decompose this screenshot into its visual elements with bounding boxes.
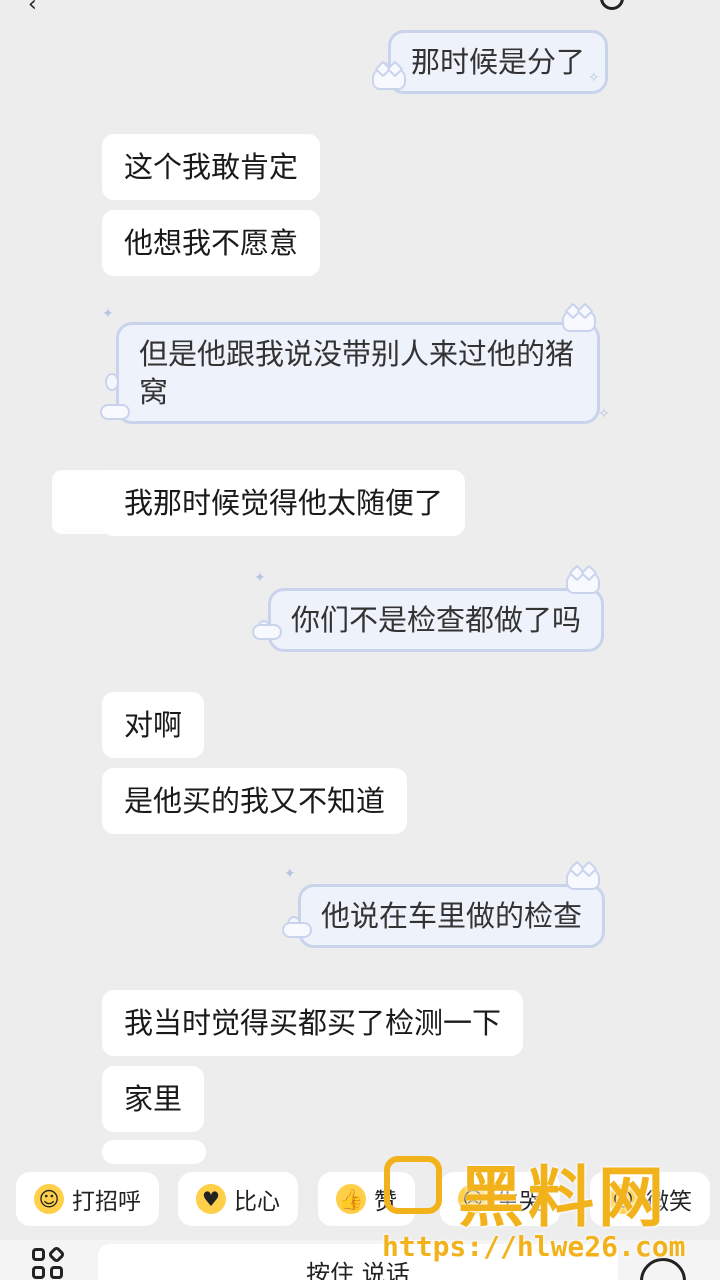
star-icon: ✦ [254, 570, 266, 586]
star-icon: ✧ [588, 70, 600, 86]
star-icon: ✧ [598, 406, 610, 422]
watermark-logo-icon [384, 1156, 442, 1214]
message-bubble-sent: 那时候是分了 [376, 30, 609, 94]
cat-sticker-icon [372, 68, 406, 90]
more-icon[interactable] [600, 0, 624, 10]
message-bubble-received: 我那时候觉得他太随便了 [102, 470, 466, 536]
chip-label: 比心 [234, 1189, 280, 1215]
message-bubble-received: 对啊 [102, 692, 205, 758]
watermark-brand: 黑料网 [458, 1159, 668, 1236]
watermark-url: https://hlwe26.com [382, 1230, 686, 1263]
message-bubble-received: 家里 [102, 1066, 205, 1132]
message-text: 那时候是分了 [411, 45, 586, 79]
star-icon: ✦ [284, 866, 296, 882]
heart-hands-emoji-icon: ♥ [196, 1184, 226, 1214]
thumbs-up-icon: 👍 [336, 1184, 366, 1214]
cat-sticker-icon [566, 572, 600, 594]
cloud-sticker-icon [100, 404, 130, 420]
top-bar: ‹ [0, 0, 720, 26]
message-bubble-received: 这个我敢肯定 [102, 134, 321, 200]
message-text: 家里 [124, 1082, 183, 1116]
cloud-sticker-icon [282, 922, 312, 938]
message-text: 是他买的我又不知道 [124, 784, 386, 818]
message-text: 但是他跟我说没带别人来过他的猪窝 [139, 337, 575, 409]
smile-emoji-icon: ☺ [34, 1184, 64, 1214]
message-bubble-sent: 但是他跟我说没带别人来过他的猪窝 [105, 322, 600, 424]
cat-sticker-icon [562, 310, 596, 332]
message-text: 我那时候觉得他太随便了 [124, 486, 444, 520]
chip-label: 打招呼 [72, 1189, 141, 1215]
message-bubble-sent: 他说在车里做的检查 [286, 884, 606, 948]
message-text: 你们不是检查都做了吗 [291, 603, 582, 637]
quick-reply-chip[interactable]: ♥ 比心 [178, 1172, 298, 1226]
cloud-sticker-icon [252, 624, 282, 640]
apps-grid-icon[interactable] [32, 1245, 68, 1280]
message-text: 他说在车里做的检查 [321, 899, 583, 933]
message-bubble-received: 他想我不愿意 [102, 210, 321, 276]
message-bubble-received: 是他买的我又不知道 [102, 768, 408, 834]
message-bubble-received: 我当时觉得买都买了检测一下 [102, 990, 524, 1056]
cat-sticker-icon [566, 868, 600, 890]
message-bubble-sent: 你们不是检查都做了吗 [256, 588, 605, 652]
message-text: 我当时觉得买都买了检测一下 [124, 1006, 502, 1040]
star-icon: ✦ [102, 306, 114, 322]
message-text: 这个我敢肯定 [124, 150, 299, 184]
message-text: 他想我不愿意 [124, 226, 299, 260]
back-arrow-icon[interactable]: ‹ [28, 0, 37, 17]
quick-reply-chip[interactable]: ☺ 打招呼 [16, 1172, 159, 1226]
message-text: 对啊 [124, 708, 183, 742]
watermark: 黑料网 https://hlwe26.com [378, 1150, 720, 1280]
